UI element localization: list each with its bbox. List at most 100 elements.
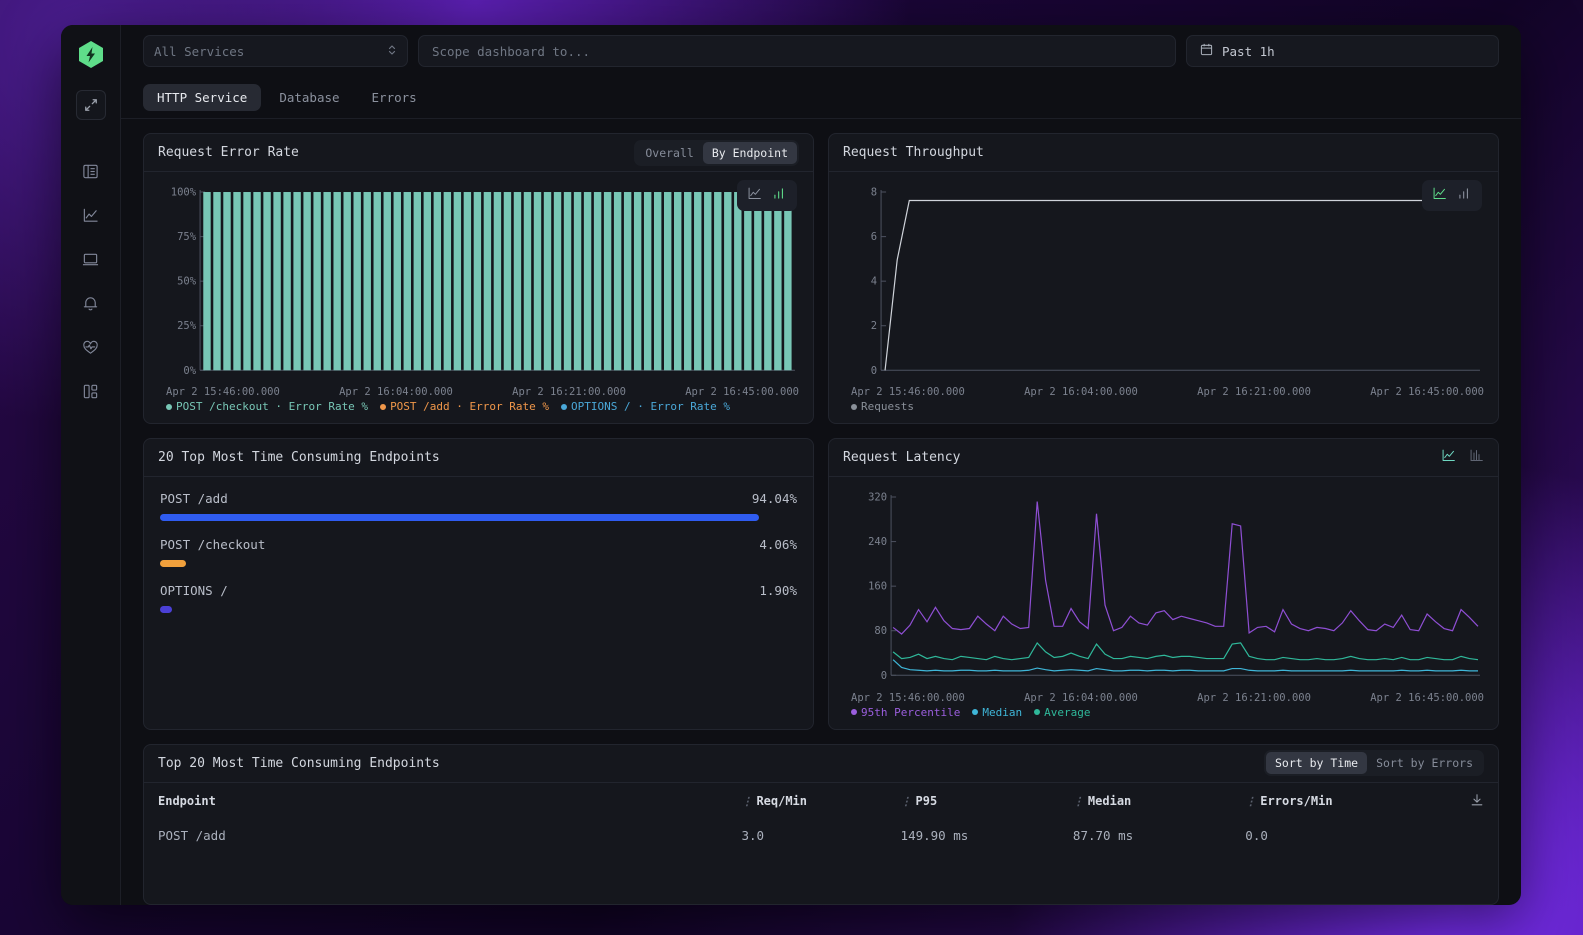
lightning-hexagon-logo[interactable] bbox=[77, 39, 105, 70]
svg-text:6: 6 bbox=[871, 231, 877, 243]
sort-toggle[interactable]: Sort by Time Sort by Errors bbox=[1263, 750, 1484, 777]
heart-pulse-icon bbox=[82, 339, 99, 356]
bar bbox=[213, 192, 221, 371]
line-chart-icon[interactable] bbox=[1432, 186, 1447, 205]
table-row[interactable]: POST /add 3.0 149.90 ms 87.70 ms 0.0 bbox=[158, 820, 1484, 851]
sidebar-item-alerts[interactable] bbox=[74, 286, 108, 320]
line-chart-icon[interactable] bbox=[747, 186, 762, 205]
line-chart-icon[interactable] bbox=[1441, 448, 1456, 467]
latency-average-line bbox=[892, 642, 1479, 661]
bar bbox=[313, 192, 321, 371]
x-tick: Apr 2 16:21:00.000 bbox=[512, 386, 626, 399]
column-grip-icon: ⋮ bbox=[1072, 794, 1084, 808]
legend-item[interactable]: Average bbox=[1034, 706, 1090, 719]
svg-text:100%: 100% bbox=[171, 187, 197, 199]
bar bbox=[463, 192, 472, 371]
x-tick: Apr 2 15:46:00.000 bbox=[166, 386, 280, 399]
tab-http-service[interactable]: HTTP Service bbox=[143, 84, 262, 111]
bar bbox=[633, 192, 642, 371]
bar bbox=[653, 192, 662, 371]
sidebar-item-dashboards[interactable] bbox=[74, 374, 108, 408]
bar bbox=[533, 192, 542, 371]
scope-input[interactable] bbox=[418, 35, 1176, 67]
endpoints-table: Endpoint ⋮ Req/Min ⋮ P95 ⋮ Median ⋮ Erro… bbox=[158, 783, 1484, 851]
bar bbox=[273, 192, 281, 371]
sidebar-item-health[interactable] bbox=[74, 330, 108, 364]
panel-request-throughput: Request Throughput 02468 Apr 2 15:46:00.… bbox=[828, 133, 1499, 425]
download-icon[interactable] bbox=[1470, 793, 1484, 810]
list-item[interactable]: OPTIONS / 1.90% bbox=[160, 583, 797, 614]
column-req-min[interactable]: ⋮ Req/Min bbox=[741, 783, 900, 820]
sidebar-item-metrics[interactable] bbox=[74, 198, 108, 232]
list-item[interactable]: POST /add 94.04% bbox=[160, 491, 797, 522]
bar bbox=[583, 192, 592, 371]
time-range-picker[interactable]: Past 1h bbox=[1186, 35, 1499, 67]
histogram-icon[interactable] bbox=[1469, 448, 1484, 467]
chevron-updown-icon bbox=[387, 43, 397, 60]
bar bbox=[684, 192, 692, 371]
bar bbox=[774, 192, 782, 371]
bar bbox=[353, 192, 361, 371]
sidebar-item-monitors[interactable] bbox=[74, 242, 108, 276]
bell-icon bbox=[82, 295, 99, 312]
sort-by-time-button[interactable]: Sort by Time bbox=[1265, 752, 1368, 775]
bar-chart-icon[interactable] bbox=[772, 186, 787, 205]
sidebar-item-logs[interactable] bbox=[74, 154, 108, 188]
toggle-overall[interactable]: Overall bbox=[636, 142, 702, 164]
column-errors-min[interactable]: ⋮ Errors/Min bbox=[1245, 783, 1484, 820]
bar bbox=[694, 192, 702, 371]
panel-header: Request Throughput bbox=[829, 134, 1498, 172]
legend-item[interactable]: POST /checkout · Error Rate % bbox=[166, 400, 368, 413]
dashboard-content: Request Error Rate Overall By Endpoint 0… bbox=[121, 119, 1521, 905]
bar-chart-icon[interactable] bbox=[1457, 186, 1472, 205]
sort-by-errors-button[interactable]: Sort by Errors bbox=[1367, 752, 1482, 774]
legend-item[interactable]: Median bbox=[972, 706, 1022, 719]
toggle-by-endpoint[interactable]: By Endpoint bbox=[702, 141, 797, 164]
bar bbox=[453, 192, 462, 371]
legend-item[interactable]: Requests bbox=[851, 400, 914, 413]
svg-text:160: 160 bbox=[868, 581, 887, 593]
bar bbox=[343, 192, 351, 371]
bar bbox=[523, 192, 532, 371]
column-endpoint[interactable]: Endpoint bbox=[158, 783, 741, 820]
legend-item[interactable]: 95th Percentile bbox=[851, 706, 960, 719]
bar bbox=[714, 192, 722, 371]
tab-database[interactable]: Database bbox=[265, 84, 353, 111]
panel-header: Request Latency bbox=[829, 439, 1498, 478]
y-axis-labels: 0 80 160 240 320 bbox=[868, 492, 897, 682]
error-rate-view-toggle[interactable] bbox=[737, 180, 797, 211]
bar bbox=[643, 192, 652, 371]
x-tick: Apr 2 15:46:00.000 bbox=[851, 691, 965, 704]
latency-svg: 0 80 160 240 320 bbox=[868, 492, 1480, 682]
legend-item[interactable]: POST /add · Error Rate % bbox=[380, 400, 549, 413]
list-item[interactable]: POST /checkout 4.06% bbox=[160, 537, 797, 568]
x-tick: Apr 2 16:21:00.000 bbox=[1197, 691, 1311, 704]
tab-errors[interactable]: Errors bbox=[358, 84, 431, 111]
main-area: All Services Past 1h bbox=[121, 25, 1521, 905]
charts-row-1: Request Error Rate Overall By Endpoint 0… bbox=[143, 133, 1499, 425]
throughput-legend: Requests bbox=[829, 398, 1498, 423]
column-p95[interactable]: ⋮ P95 bbox=[901, 783, 1073, 820]
cell-errors-min: 0.0 bbox=[1245, 827, 1268, 843]
page-title-top-endpoints: 20 Top Most Time Consuming Endpoints bbox=[158, 450, 440, 466]
column-median[interactable]: ⋮ Median bbox=[1073, 783, 1245, 820]
dashboard-layout-icon bbox=[82, 383, 99, 400]
legend-label: POST /checkout · Error Rate % bbox=[176, 400, 369, 414]
endpoint-value: 4.06% bbox=[759, 537, 797, 553]
legend-item[interactable]: OPTIONS / · Error Rate % bbox=[561, 400, 730, 413]
expand-sidebar-button[interactable] bbox=[75, 90, 106, 120]
latency-view-toggle[interactable] bbox=[1441, 448, 1484, 467]
y-axis-labels: 0 2 4 6 8 bbox=[871, 187, 887, 377]
bar bbox=[543, 192, 552, 371]
bar bbox=[233, 192, 241, 371]
column-label: P95 bbox=[915, 794, 938, 809]
throughput-view-toggle[interactable] bbox=[1422, 180, 1482, 211]
latency-median-line bbox=[892, 659, 1478, 672]
legend-label: OPTIONS / · Error Rate % bbox=[571, 400, 730, 414]
endpoint-label: OPTIONS / bbox=[160, 583, 228, 599]
error-rate-mode-toggle[interactable]: Overall By Endpoint bbox=[634, 139, 799, 166]
latency-p95-line bbox=[892, 501, 1479, 636]
bar bbox=[393, 192, 401, 371]
throughput-line bbox=[884, 199, 1478, 371]
service-select[interactable]: All Services bbox=[143, 35, 408, 67]
